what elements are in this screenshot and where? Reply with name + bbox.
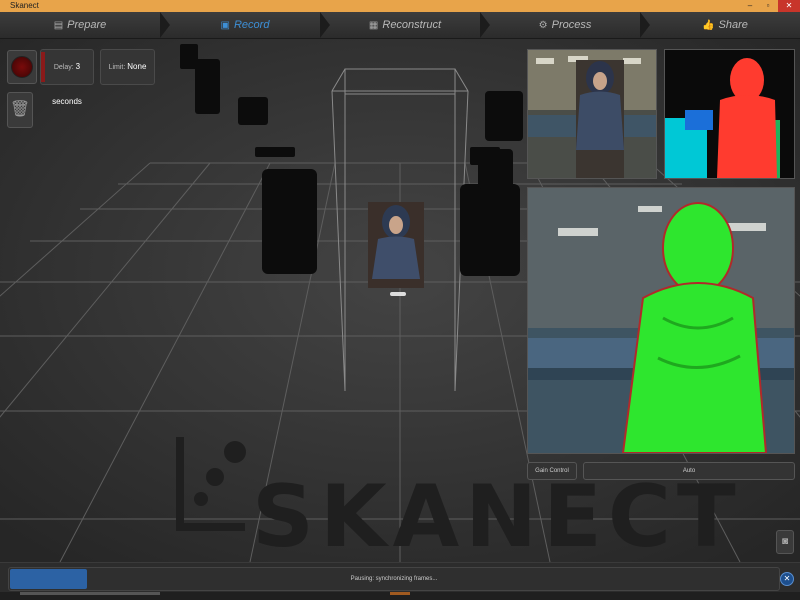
skanect-watermark: SKANECT bbox=[252, 467, 742, 562]
tab-prepare[interactable]: ▤ Prepare bbox=[0, 12, 160, 38]
bottom-strip bbox=[0, 592, 800, 600]
step-separator bbox=[480, 12, 490, 38]
rgb-feed-image bbox=[528, 50, 656, 178]
cancel-button[interactable]: ✕ bbox=[780, 572, 794, 586]
step-navigation: ▤ Prepare ▣ Record ▦ Reconstruct ⚙ Process 👍… bbox=[0, 12, 800, 39]
record-button[interactable] bbox=[7, 50, 37, 84]
reconstruction-image bbox=[528, 188, 794, 453]
tab-label: Reconstruct bbox=[382, 19, 442, 31]
title-bar: Skanect – ▫ ✕ bbox=[0, 0, 800, 12]
tab-label: Record bbox=[233, 19, 270, 31]
step-separator bbox=[320, 12, 330, 38]
rgb-camera-view bbox=[527, 49, 657, 179]
skanect-logo-icon bbox=[176, 437, 246, 531]
gain-mode-select[interactable]: Auto bbox=[583, 462, 795, 480]
record-dot-icon bbox=[11, 56, 33, 78]
depth-camera-view bbox=[664, 49, 795, 179]
delay-setting[interactable]: Delay: 3 seconds bbox=[40, 49, 94, 106]
step-separator bbox=[160, 12, 170, 38]
tab-label: Prepare bbox=[67, 19, 107, 31]
record-icon: ▣ bbox=[220, 20, 230, 31]
tab-reconstruct[interactable]: ▦ Reconstruct bbox=[330, 12, 480, 38]
progress-bar: Pausing: synchronizing frames... bbox=[8, 567, 780, 591]
tab-process[interactable]: ⚙ Process bbox=[490, 12, 640, 38]
reconstruction-preview bbox=[527, 187, 795, 454]
grid-icon: ▦ bbox=[368, 20, 379, 31]
limit-label: Limit: bbox=[108, 64, 126, 71]
tab-label: Share bbox=[718, 19, 748, 31]
status-bar: Pausing: synchronizing frames... ✕ bbox=[0, 562, 800, 593]
scanned-subject-preview bbox=[368, 202, 424, 296]
tab-record[interactable]: ▣ Record bbox=[170, 12, 320, 38]
minimize-button[interactable]: – bbox=[742, 0, 758, 12]
camera-settings-button[interactable]: ◙ bbox=[776, 530, 794, 554]
maximize-button[interactable]: ▫ bbox=[760, 0, 776, 12]
bottom-strip-mark bbox=[20, 592, 160, 595]
depth-feed-image bbox=[665, 50, 794, 178]
thumb-up-icon: 👍 bbox=[702, 20, 715, 31]
status-message: Pausing: synchronizing frames... bbox=[350, 576, 438, 582]
camera-icon: ◙ bbox=[781, 536, 789, 547]
delay-indicator bbox=[41, 52, 45, 82]
tab-label: Process bbox=[551, 19, 592, 31]
gain-control-button[interactable]: Gain Control bbox=[527, 462, 577, 480]
limit-value: None bbox=[127, 62, 147, 71]
step-separator bbox=[640, 12, 650, 38]
delay-label: Delay: bbox=[53, 64, 74, 71]
document-icon: ▤ bbox=[53, 20, 64, 31]
close-button[interactable]: ✕ bbox=[778, 0, 800, 12]
trash-icon: 🗑 bbox=[9, 101, 31, 118]
cog-icon: ⚙ bbox=[538, 20, 548, 31]
limit-setting[interactable]: Limit: None bbox=[100, 49, 155, 85]
trash-button[interactable]: 🗑 bbox=[7, 92, 33, 128]
tab-share[interactable]: 👍 Share bbox=[650, 12, 800, 38]
close-icon: ✕ bbox=[783, 574, 791, 583]
window-title: Skanect bbox=[10, 1, 39, 10]
bottom-strip-mark bbox=[390, 592, 410, 595]
